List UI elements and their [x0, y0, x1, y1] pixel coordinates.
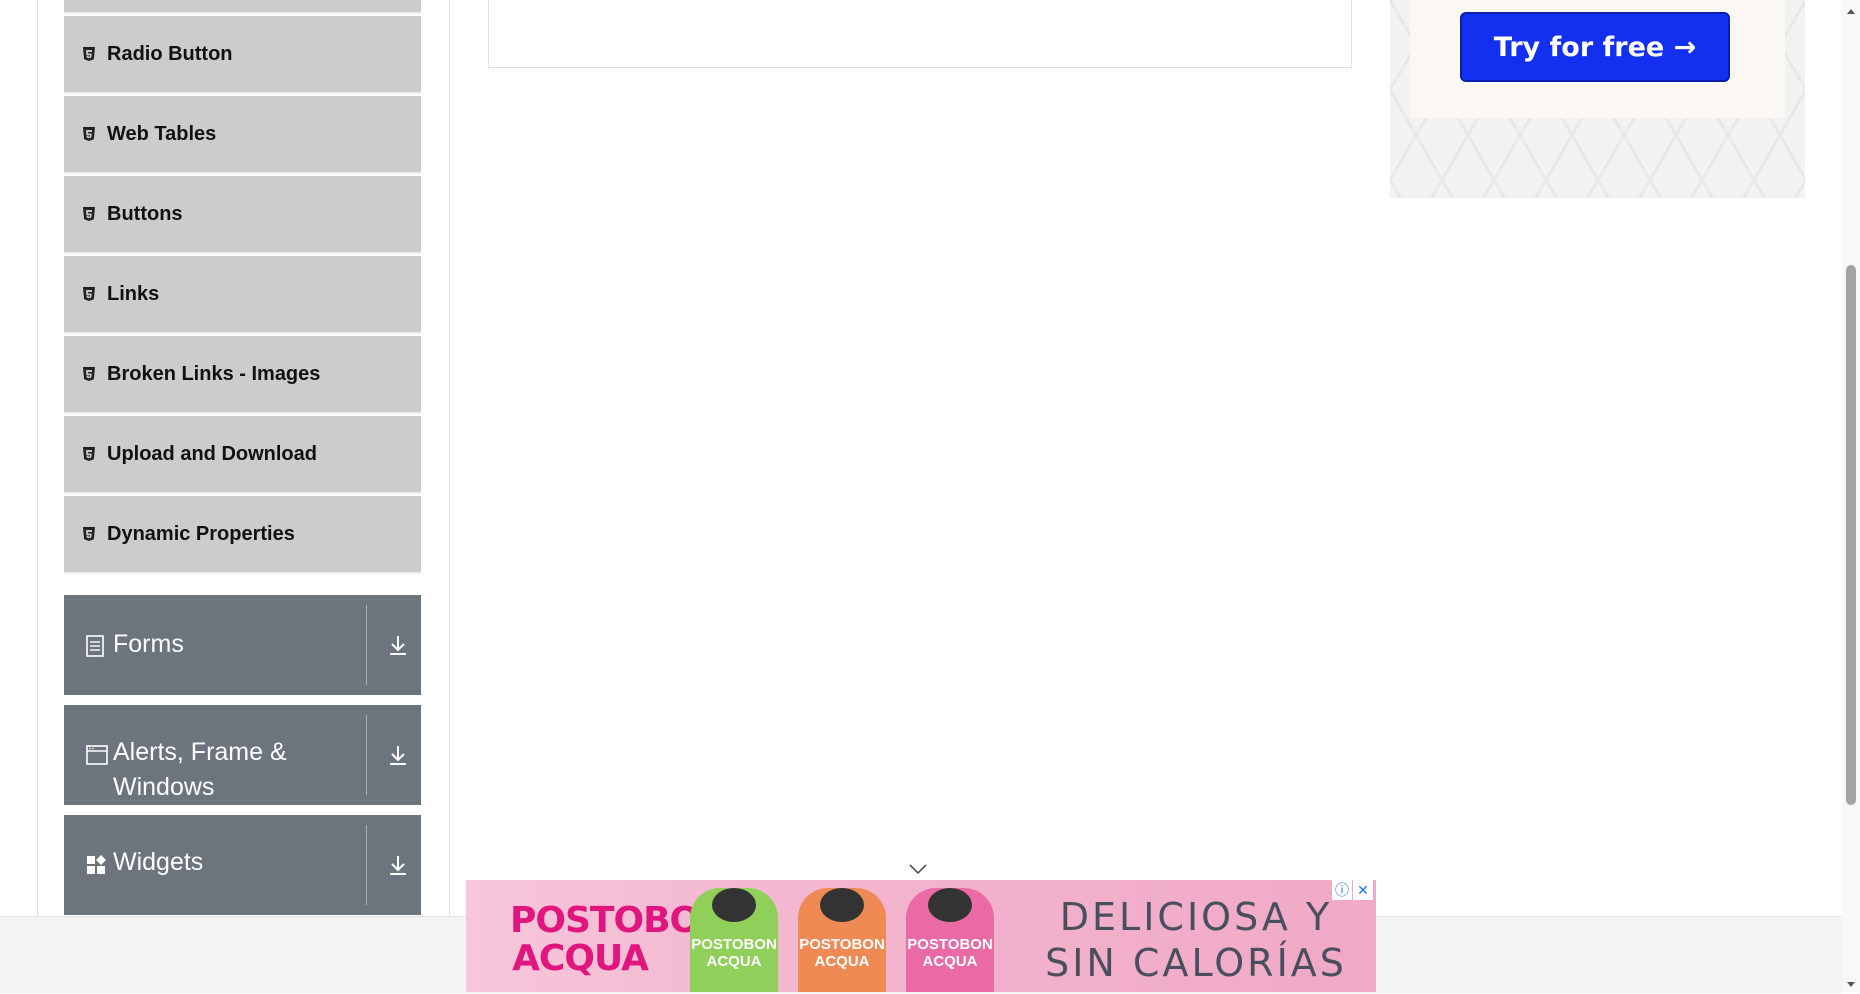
html5-icon [82, 446, 96, 462]
scroll-up-arrow-icon[interactable] [1846, 4, 1856, 14]
bottle-label: POSTOBON ACQUA [799, 936, 885, 970]
group-header-alerts-frame-windows[interactable]: Alerts, Frame & Windows [64, 705, 421, 805]
ad-inner-panel: Try for free → [1410, 0, 1785, 118]
widgets-icon [86, 855, 108, 877]
ad-info-icon[interactable]: ⓘ [1332, 880, 1352, 900]
ad-tagline: DELICIOSA Y SIN CALORÍAS [1045, 895, 1347, 985]
brand-logo: POSTOBON ACQUA [510, 900, 729, 979]
group-header-forms[interactable]: Forms [64, 595, 421, 695]
window-icon [86, 745, 108, 767]
download-arrow-icon[interactable] [386, 743, 410, 767]
banner-ad[interactable]: POSTOBON ACQUA POSTOBON ACQUA POSTOBON A… [466, 880, 1376, 992]
menu-item-buttons[interactable]: Buttons [64, 176, 421, 254]
html5-icon [82, 526, 96, 542]
menu-item-label: Radio Button [107, 42, 233, 65]
menu-item-label: Broken Links - Images [107, 362, 321, 385]
divider [366, 605, 367, 685]
menu-item-radio-button[interactable]: Radio Button [64, 16, 421, 94]
main-content-card [488, 0, 1352, 68]
scrollbar-thumb[interactable] [1846, 265, 1856, 805]
group-label: Widgets [113, 848, 204, 876]
divider [366, 825, 367, 905]
bottle-image: POSTOBON ACQUA [906, 888, 994, 992]
divider [366, 715, 367, 795]
html5-icon [82, 366, 96, 382]
sidebar-ad: Try for free → [1390, 0, 1805, 198]
menu-item-label: Upload and Download [107, 442, 317, 465]
group-label: Forms [113, 630, 184, 658]
bottle-cap [820, 888, 864, 922]
document-icon [86, 635, 108, 657]
menu-item-broken-links[interactable]: Broken Links - Images [64, 336, 421, 414]
menu-item-previous[interactable] [64, 0, 421, 14]
group-label: Alerts, Frame & Windows [113, 738, 287, 801]
vertical-scrollbar[interactable] [1842, 0, 1860, 992]
bottle-label: POSTOBON ACQUA [907, 936, 993, 970]
bottle-label: POSTOBON ACQUA [691, 936, 777, 970]
ad-close-icon[interactable]: ✕ [1353, 880, 1373, 900]
menu-item-label: Buttons [107, 202, 183, 225]
html5-icon [82, 286, 96, 302]
download-arrow-icon[interactable] [386, 853, 410, 877]
menu-item-label: Dynamic Properties [107, 522, 295, 545]
html5-icon [82, 126, 96, 142]
try-for-free-button[interactable]: Try for free → [1460, 12, 1730, 82]
menu-item-web-tables[interactable]: Web Tables [64, 96, 421, 174]
scroll-down-arrow-icon[interactable] [1846, 976, 1856, 987]
html5-icon [82, 206, 96, 222]
menu-item-dynamic-properties[interactable]: Dynamic Properties [64, 496, 421, 574]
bottle-image: POSTOBON ACQUA [798, 888, 886, 992]
group-header-widgets[interactable]: Widgets [64, 815, 421, 915]
bottle-cap [928, 888, 972, 922]
menu-item-links[interactable]: Links [64, 256, 421, 334]
download-arrow-icon[interactable] [386, 633, 410, 657]
chevron-down-icon[interactable] [908, 862, 928, 876]
bottle-cap [712, 888, 756, 922]
menu-item-upload-download[interactable]: Upload and Download [64, 416, 421, 494]
menu-item-label: Links [107, 282, 160, 305]
html5-icon [82, 46, 96, 62]
bottle-image: POSTOBON ACQUA [690, 888, 778, 992]
menu-item-label: Web Tables [107, 122, 217, 145]
